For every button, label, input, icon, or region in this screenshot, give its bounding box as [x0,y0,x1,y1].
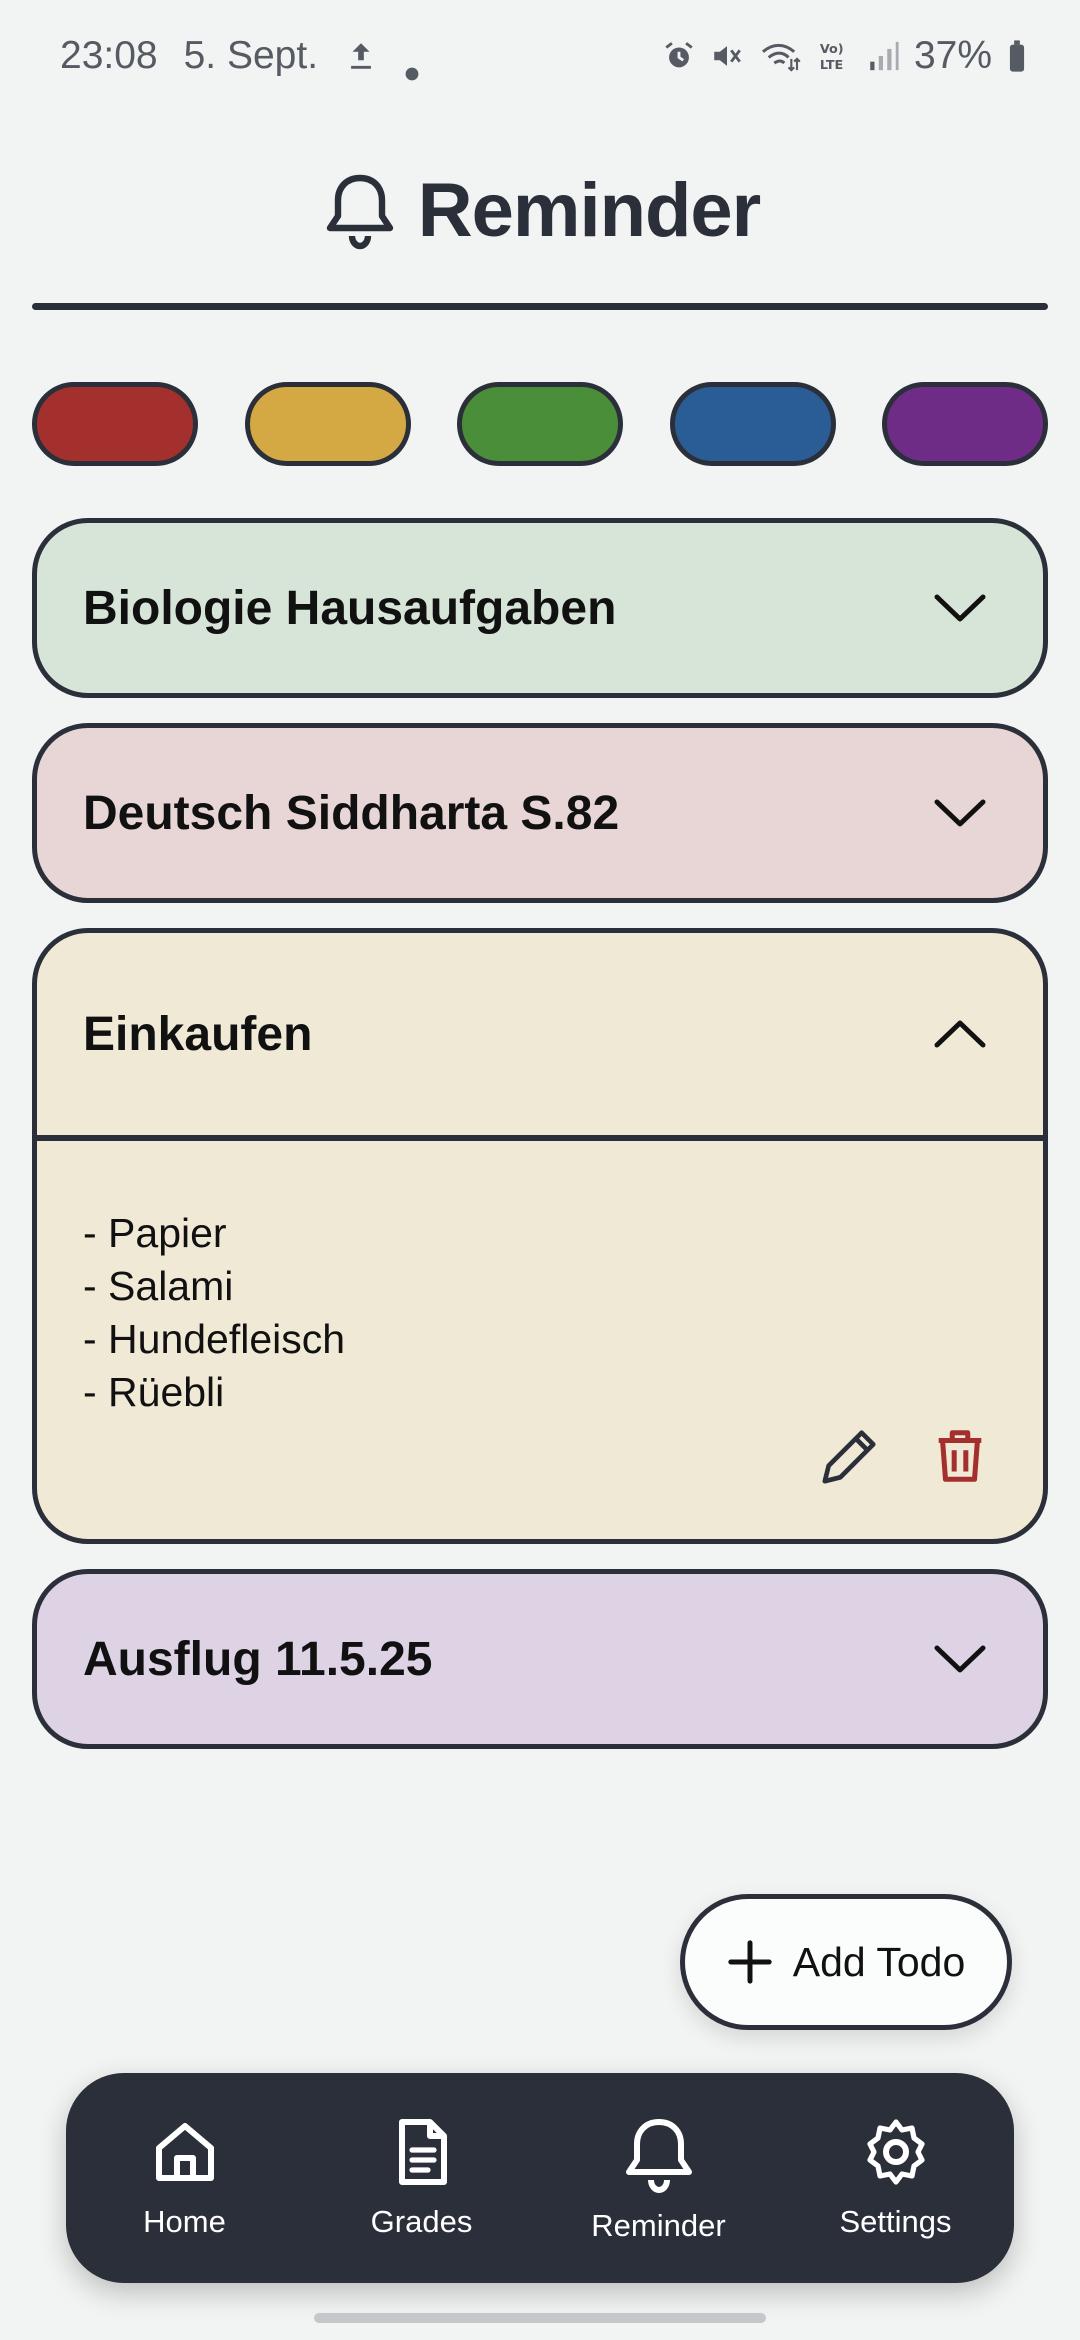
bell-icon [320,168,400,252]
nav-item-reminder[interactable]: Reminder [559,2112,759,2244]
bell-icon [619,2112,699,2194]
status-right: Vo) LTE 37% [662,34,1028,78]
wifi-icon [758,39,802,73]
volte-icon: Vo) LTE [816,39,852,73]
todo-card-actions [819,1425,991,1487]
nav-label: Grades [370,2204,473,2239]
todo-card-header[interactable]: Biologie Hausaufgaben [37,523,1043,693]
svg-text:Vo): Vo) [820,42,844,57]
page-header: Reminder [0,160,1080,260]
signal-icon [866,39,900,73]
todo-title: Einkaufen [83,1007,313,1061]
trash-icon[interactable] [929,1425,991,1487]
color-filter-blue[interactable] [669,382,836,466]
todo-title: Deutsch Siddharta S.82 [83,786,620,840]
nav-item-settings[interactable]: Settings [796,2116,996,2240]
home-indicator[interactable] [314,2313,766,2323]
todo-title: Ausflug 11.5.25 [83,1632,433,1686]
nav-item-grades[interactable]: Grades [322,2116,522,2240]
status-date: 5. Sept. [183,34,319,77]
upload-icon [344,39,378,73]
pencil-icon[interactable] [819,1425,881,1487]
todo-card-einkaufen: Einkaufen - Papier - Salami - Hundefleis… [32,928,1048,1544]
todo-card-header[interactable]: Deutsch Siddharta S.82 [37,728,1043,898]
add-todo-label: Add Todo [792,1938,966,1985]
alarm-icon [662,39,696,73]
todo-card-deutsch: Deutsch Siddharta S.82 [32,723,1048,903]
nav-label: Home [143,2204,226,2239]
battery-percent: 37% [913,34,992,77]
status-bar: 23:08 5. Sept. Vo) LTE 37% [0,0,1080,112]
chevron-down-icon[interactable] [933,591,987,625]
note-line: - Rüebli [83,1369,225,1415]
home-icon [149,2116,221,2188]
note-line: - Hundefleisch [83,1316,346,1362]
color-filter-purple[interactable] [882,382,1048,466]
todo-card-biologie: Biologie Hausaufgaben [32,518,1048,698]
chevron-down-icon[interactable] [933,796,987,830]
svg-text:LTE: LTE [820,58,843,73]
todo-title: Biologie Hausaufgaben [83,581,617,635]
gear-icon [860,2116,932,2188]
plus-icon [727,1939,773,1985]
todo-card-ausflug: Ausflug 11.5.25 [32,1569,1048,1749]
color-filter-red[interactable] [32,382,198,466]
page-title: Reminder [417,167,762,253]
status-time: 23:08 [60,34,158,77]
add-todo-button[interactable]: Add Todo [680,1894,1012,2030]
color-filter-green[interactable] [457,382,623,466]
dot-icon [404,48,420,81]
note-line: - Salami [83,1263,234,1309]
nav-label: Settings [839,2204,952,2239]
chevron-down-icon[interactable] [933,1642,987,1676]
note-line: - Papier [83,1210,227,1256]
color-filter-yellow[interactable] [244,382,411,466]
mute-icon [710,39,744,73]
todo-card-header[interactable]: Ausflug 11.5.25 [37,1574,1043,1744]
nav-label: Reminder [591,2208,726,2243]
bottom-nav: Home Grades Reminder Settings [66,2073,1014,2283]
todo-card-body: - Papier - Salami - Hundefleisch - Rüebl… [37,1141,1043,1533]
header-divider [32,303,1048,310]
battery-icon [1006,39,1028,73]
chevron-up-icon[interactable] [933,1017,987,1051]
status-left: 23:08 5. Sept. [60,34,420,81]
todo-card-header[interactable]: Einkaufen [37,933,1043,1135]
document-icon [386,2116,458,2188]
nav-item-home[interactable]: Home [85,2116,285,2240]
color-filter-row [32,382,1048,472]
